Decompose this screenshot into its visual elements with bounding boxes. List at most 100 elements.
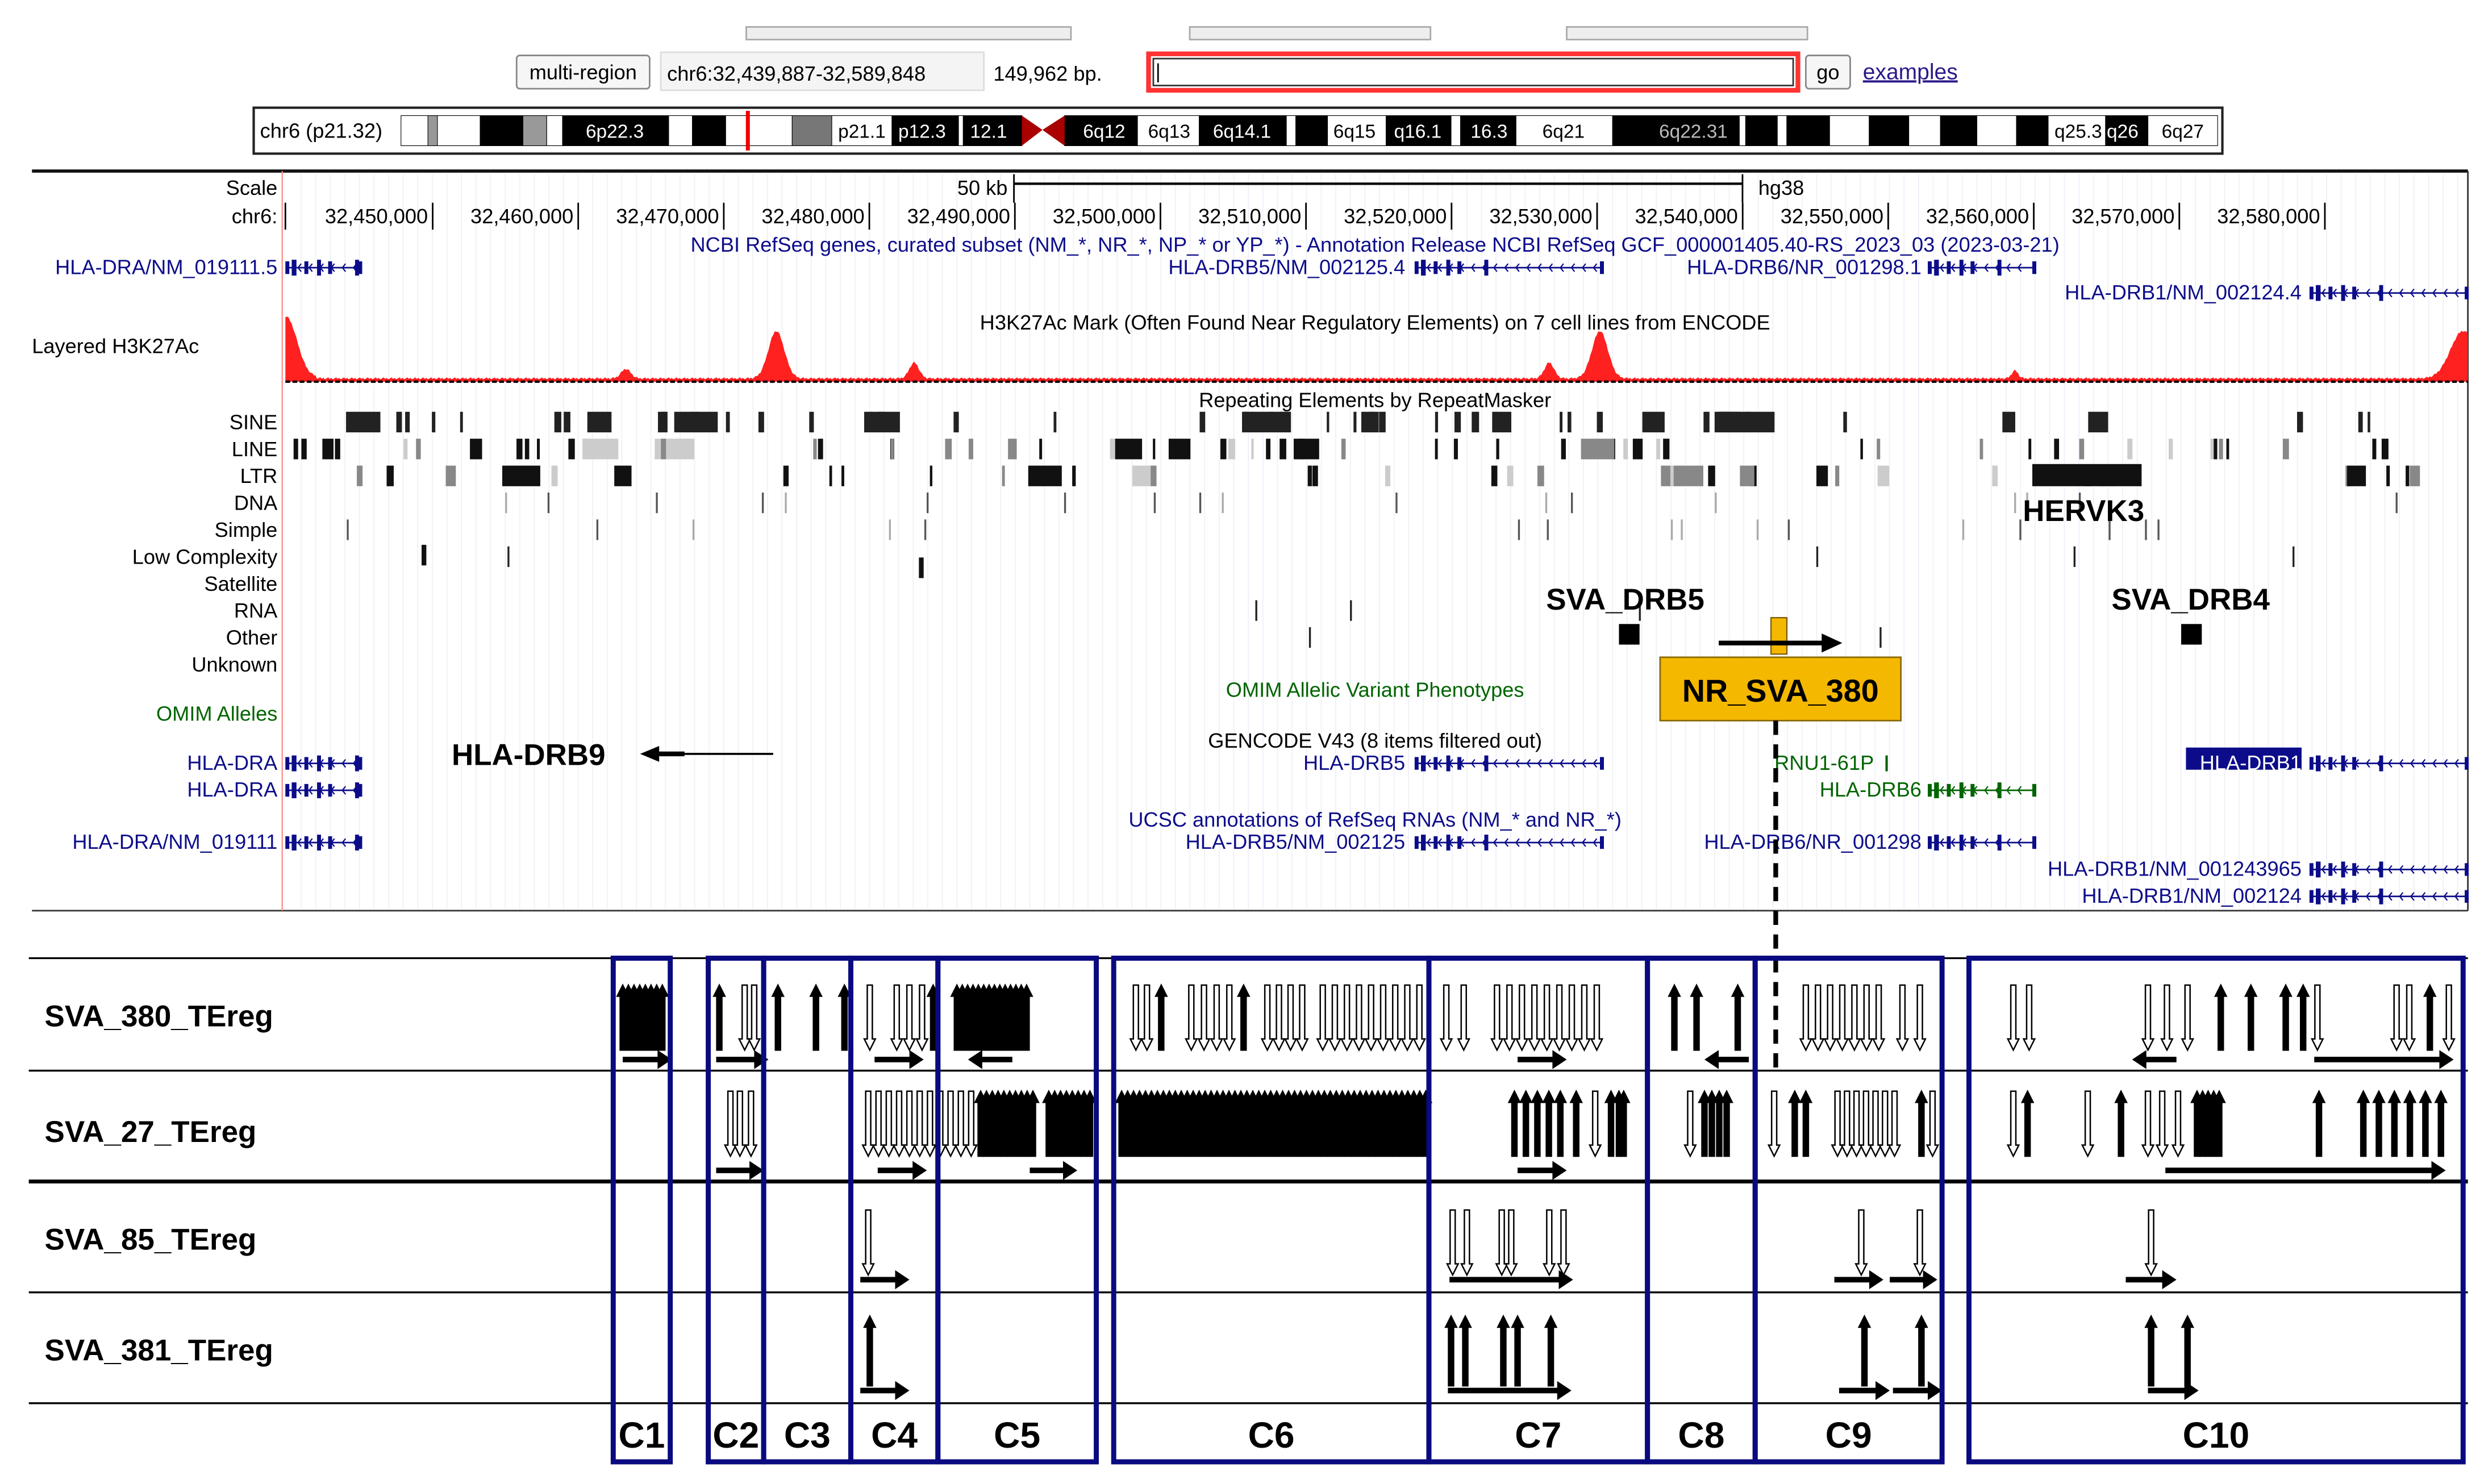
scale-label: Scale: [226, 176, 278, 199]
repeat-element: [1064, 492, 1066, 514]
ruler-tick-label: 32,540,000: [1635, 205, 1738, 228]
ideogram-band: [1777, 115, 1787, 147]
gene-hla-dra-gencode-2[interactable]: HLA-DRA: [187, 778, 362, 801]
repeat-element: [1681, 519, 1683, 540]
down-arrow-icon: [2390, 984, 2403, 1052]
up-arrow-icon: [1731, 983, 1745, 1051]
down-arrow-icon: [1388, 984, 1402, 1052]
multi-region-button[interactable]: multi-region: [515, 55, 651, 90]
ideogram-band-label: q25.3: [2054, 122, 2102, 143]
gene-rnu1-61p-gencode[interactable]: RNU1-61P: [1774, 751, 1888, 774]
examples-link[interactable]: examples: [1863, 60, 1958, 84]
repeat-element: [1877, 439, 1881, 460]
repeat-element: [2002, 411, 2015, 433]
repeat-element: [2282, 439, 2289, 460]
down-arrow-icon: [1540, 984, 1554, 1052]
repeat-element: [656, 492, 658, 514]
repeat-element: [1545, 492, 1548, 514]
gene-hla-drb1-gencode[interactable]: HLA-DRB1: [2186, 747, 2469, 774]
repeat-element: [524, 439, 530, 460]
gene-hla-drb1-ncbi[interactable]: HLA-DRB1/NM_002124.4: [2065, 281, 2469, 304]
repeat-element: [2381, 439, 2389, 460]
repeat-element: [1255, 600, 1257, 621]
chromosome-ideogram[interactable]: chr6 (p21.32) 6p22.3 p21.1 p12.3 12.1 6q12 6q…: [252, 106, 2224, 155]
ruler-tick-label: 32,530,000: [1489, 205, 1592, 228]
down-arrow-icon: [733, 1090, 747, 1158]
repeat-element: [1472, 411, 1477, 433]
ncbi-track-title: NCBI RefSeq genes, curated subset (NM_*,…: [691, 233, 2060, 256]
repeat-class-label: LTR: [240, 464, 278, 487]
repeat-element: [1453, 439, 1458, 460]
repeat-element: [507, 546, 510, 567]
row-label-sva-381: SVA_381_TEreg: [45, 1334, 273, 1368]
repeat-element: [1496, 439, 1499, 460]
repeat-element: [1570, 492, 1573, 514]
ruler-tick-label: 32,550,000: [1781, 205, 1883, 228]
up-arrow-icon: [1511, 1314, 1524, 1387]
search-input[interactable]: [1146, 51, 1801, 93]
down-arrow-icon: [1860, 984, 1874, 1052]
up-arrow-icon: [2387, 1089, 2402, 1157]
gene-label: HLA-DRB5/NM_002125: [1186, 830, 1406, 853]
right-arrow-icon: [1869, 1270, 1883, 1290]
left-arrow-icon: [2132, 1050, 2147, 1069]
down-arrow-icon: [1364, 984, 1378, 1052]
omim-track-label[interactable]: OMIM Alleles: [156, 702, 277, 725]
up-arrow-icon: [1519, 1089, 1533, 1157]
down-arrow-icon: [1854, 1209, 1868, 1277]
repeat-element: [1228, 439, 1236, 460]
up-arrow-icon: [1915, 1314, 1928, 1387]
gene-hla-drb1-ucsc-2[interactable]: HLA-DRB1/NM_002124: [2082, 884, 2469, 907]
repeat-element: [1715, 492, 1717, 514]
gene-hla-drb6-ncbi[interactable]: HLA-DRB6/NR_001298.1: [1687, 255, 2036, 278]
repeat-element: [1153, 439, 1156, 460]
up-arrow-icon: [2020, 1089, 2035, 1157]
gene-hla-drb6-gencode[interactable]: HLA-DRB6: [1820, 778, 2036, 801]
ideogram-band: [522, 115, 547, 147]
position-text: chr6:32,439,887-32,589,848: [667, 62, 926, 85]
repeat-element: [1454, 411, 1461, 433]
up-arrow-icon: [1237, 983, 1251, 1051]
ruler-tick-label: 32,470,000: [616, 205, 719, 228]
ruler-tick-label: 32,510,000: [1198, 205, 1301, 228]
repeat-element: [2088, 411, 2108, 433]
repeat-element: [445, 465, 456, 486]
ucsc-track-title: UCSC annotations of RefSeq RNAs (NM_* an…: [1128, 808, 1622, 831]
gene-label: HLA-DRB5/NM_002125.4: [1168, 255, 1405, 278]
gene-hla-drb5-ncbi[interactable]: HLA-DRB5/NM_002125.4: [1168, 255, 1604, 278]
down-arrow-icon: [2006, 984, 2020, 1052]
gene-hla-drb5-ucsc[interactable]: HLA-DRB5/NM_002125: [1186, 830, 1604, 853]
repeat-element: [1353, 411, 1357, 433]
gene-hla-drb1-ucsc-1[interactable]: HLA-DRB1/NM_001243965: [2048, 857, 2469, 881]
cluster-box: [1966, 956, 2466, 1465]
down-arrow-icon: [747, 984, 761, 1052]
repeat-element: [661, 439, 666, 460]
gene-hla-dra-gencode-1[interactable]: HLA-DRA: [187, 751, 362, 774]
gene-hla-dra-ucsc[interactable]: HLA-DRA/NM_019111: [72, 830, 362, 853]
repeat-element: [1661, 465, 1703, 486]
down-arrow-icon: [2141, 984, 2155, 1052]
down-arrow-icon: [2144, 1209, 2158, 1277]
ideogram-band: [668, 115, 693, 147]
ideogram-band: [480, 115, 523, 147]
down-arrow-icon: [1445, 1209, 1460, 1277]
down-arrow-icon: [1197, 984, 1211, 1052]
go-button[interactable]: go: [1804, 55, 1851, 90]
repeat-element: [1560, 411, 1563, 433]
repeat-element: [2368, 411, 2370, 433]
repeat-element: [2395, 492, 2398, 514]
right-arrow-icon: [895, 1270, 910, 1290]
gene-hla-drb5-gencode[interactable]: HLA-DRB5: [1303, 751, 1604, 774]
gene-label: HLA-DRB6/NR_001298.1: [1687, 255, 1922, 278]
repeat-element: [2214, 439, 2218, 460]
down-arrow-icon: [744, 1090, 758, 1158]
ideogram-band-label: 6q21: [1543, 122, 1585, 143]
gene-hla-drb6-ucsc[interactable]: HLA-DRB6/NR_001298: [1704, 830, 2036, 853]
down-arrow-icon: [1352, 984, 1366, 1052]
right-arrow-icon: [1923, 1270, 1937, 1290]
repeat-element: [2014, 492, 2016, 514]
ideogram-band: [725, 115, 793, 147]
up-arrow-icon: [2181, 1314, 2194, 1387]
gencode-track-title: GENCODE V43 (8 items filtered out): [1208, 729, 1542, 752]
h3k27ac-track-label[interactable]: Layered H3K27Ac: [32, 335, 199, 358]
